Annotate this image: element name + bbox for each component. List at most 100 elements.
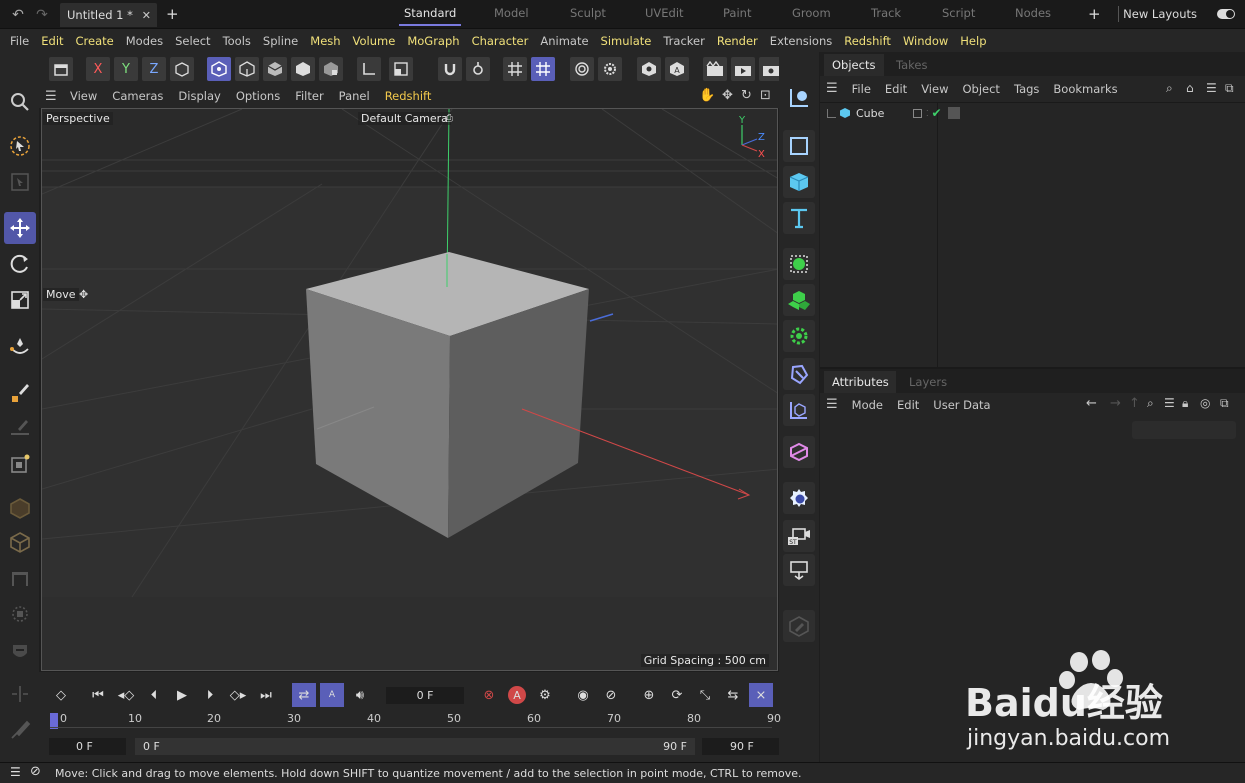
- keyframe-settings-icon[interactable]: ⚙︎: [533, 683, 557, 707]
- search-icon[interactable]: [4, 86, 36, 118]
- uv-mode-icon[interactable]: [4, 636, 36, 668]
- attributes-menu-edit[interactable]: Edit: [897, 398, 919, 412]
- menu-tools[interactable]: Tools: [223, 34, 251, 48]
- playback-rate-icon[interactable]: A: [320, 683, 344, 707]
- symmetry-icon[interactable]: [570, 57, 594, 81]
- go-to-start-icon[interactable]: ⏮︎: [86, 683, 110, 707]
- magnet-snap-icon[interactable]: [438, 57, 462, 81]
- layout-tab-nodes[interactable]: Nodes: [1015, 6, 1051, 20]
- viewport-menu-redshift[interactable]: Redshift: [385, 89, 432, 103]
- document-tab[interactable]: Untitled 1 * ✕: [60, 3, 157, 27]
- axis-z-lock-button[interactable]: Z: [142, 57, 166, 81]
- axis-x-lock-button[interactable]: X: [86, 57, 110, 81]
- up-arrow-icon[interactable]: ↑: [1129, 396, 1140, 411]
- menu-window[interactable]: Window: [903, 34, 948, 48]
- camera-object-icon[interactable]: ST: [783, 520, 815, 552]
- start-frame-field[interactable]: 0 F: [49, 738, 126, 755]
- rotation-key-icon[interactable]: ⟳: [665, 683, 689, 707]
- hamburger-menu-icon[interactable]: ☰: [826, 81, 838, 96]
- objects-menu-edit[interactable]: Edit: [885, 82, 907, 96]
- pan-view-icon[interactable]: ✋: [699, 88, 715, 103]
- objects-menu-object[interactable]: Object: [962, 82, 999, 96]
- workplane-snap-icon[interactable]: [531, 57, 555, 81]
- deformer-icon[interactable]: [783, 358, 815, 390]
- snap-settings-icon[interactable]: [466, 57, 490, 81]
- keyframe-diamond-icon[interactable]: ◇: [49, 683, 73, 707]
- generator-icon[interactable]: [783, 436, 815, 468]
- preview-range-slider[interactable]: 0 F 90 F: [135, 738, 695, 755]
- hamburger-menu-icon[interactable]: ☰: [826, 397, 838, 412]
- layout-tab-model[interactable]: Model: [494, 6, 529, 20]
- menu-file[interactable]: File: [10, 34, 29, 48]
- attributes-menu-mode[interactable]: Mode: [852, 398, 883, 412]
- maximize-view-icon[interactable]: ⊡: [760, 88, 771, 103]
- live-selection-icon[interactable]: [4, 130, 36, 162]
- uv-mode-button[interactable]: [319, 57, 343, 81]
- field-icon[interactable]: [783, 394, 815, 426]
- gear-icon[interactable]: [598, 57, 622, 81]
- menu-icon[interactable]: ☰: [10, 765, 21, 779]
- new-window-icon[interactable]: ⧉: [1220, 396, 1229, 411]
- viewport-camera-name[interactable]: Default Camera: [358, 112, 451, 125]
- paint-tool-icon[interactable]: [4, 714, 36, 746]
- tab-attributes[interactable]: Attributes: [832, 375, 889, 389]
- polygon-mode-icon[interactable]: [4, 598, 36, 630]
- hamburger-menu-icon[interactable]: ☰: [45, 89, 57, 104]
- filter-icon[interactable]: ☰: [1206, 81, 1217, 95]
- world-coordinates-icon[interactable]: [170, 57, 194, 81]
- 3d-viewport[interactable]: Y Z X Perspective Default Camera ⎙ Move …: [41, 108, 778, 671]
- mograph-cloner-icon[interactable]: [783, 284, 815, 316]
- render-picture-viewer-icon[interactable]: [731, 57, 755, 81]
- close-icon[interactable]: ✕: [142, 9, 151, 22]
- viewport-menu-display[interactable]: Display: [178, 89, 220, 103]
- render-view-icon[interactable]: [703, 57, 727, 81]
- menu-volume[interactable]: Volume: [353, 34, 396, 48]
- layout-tab-track[interactable]: Track: [871, 6, 901, 20]
- menu-mograph[interactable]: MoGraph: [407, 34, 459, 48]
- lock-icon[interactable]: 🔒︎: [1182, 396, 1188, 411]
- filter-icon[interactable]: ☰: [1164, 396, 1175, 410]
- add-layout-plus-icon[interactable]: +: [1088, 5, 1101, 23]
- list-item[interactable]: Cube ⁚ ✔: [827, 104, 1245, 122]
- autokey-icon[interactable]: A: [505, 683, 529, 707]
- scale-tool-icon[interactable]: [4, 284, 36, 316]
- view-cube-icon[interactable]: [637, 57, 661, 81]
- layer-icon[interactable]: [913, 108, 922, 118]
- menu-character[interactable]: Character: [472, 34, 529, 48]
- edge-mode-icon[interactable]: [4, 562, 36, 594]
- scale-key-icon[interactable]: ⤡: [693, 683, 717, 707]
- move-tool-icon[interactable]: [4, 212, 36, 244]
- sculpt-brush-icon[interactable]: [4, 412, 36, 444]
- text-spline-icon[interactable]: [783, 202, 815, 234]
- layout-tab-script[interactable]: Script: [942, 6, 975, 20]
- edges-mode-button[interactable]: [263, 57, 287, 81]
- viewport-menu-cameras[interactable]: Cameras: [112, 89, 163, 103]
- back-arrow-icon[interactable]: ←: [1086, 396, 1097, 411]
- play-icon[interactable]: ▶: [170, 683, 194, 707]
- previous-key-icon[interactable]: ◂◇: [114, 683, 138, 707]
- viewport-menu-panel[interactable]: Panel: [339, 89, 370, 103]
- phong-tag-icon[interactable]: [947, 107, 960, 119]
- polygons-mode-button[interactable]: [291, 57, 315, 81]
- rotate-view-icon[interactable]: ↻: [741, 88, 752, 103]
- menu-help[interactable]: Help: [960, 34, 986, 48]
- layout-tab-paint[interactable]: Paint: [723, 6, 751, 20]
- object-mode-icon[interactable]: [4, 526, 36, 558]
- model-mode-button[interactable]: [207, 57, 231, 81]
- previous-frame-icon[interactable]: ⏴︎: [142, 683, 166, 707]
- new-layouts-toggle[interactable]: [1217, 9, 1235, 19]
- point-level-animation-icon[interactable]: ⨯: [749, 683, 773, 707]
- new-window-icon[interactable]: ⧉: [1225, 81, 1234, 96]
- spline-pen-icon[interactable]: [4, 330, 36, 362]
- motion-clip-icon[interactable]: ⊘: [599, 683, 623, 707]
- loop-icon[interactable]: ⇄: [292, 683, 316, 707]
- menu-tracker[interactable]: Tracker: [663, 34, 705, 48]
- search-icon[interactable]: ⌕: [1166, 81, 1173, 96]
- edit-disabled-icon[interactable]: [783, 610, 815, 642]
- cube-primitive-icon[interactable]: [783, 166, 815, 198]
- coordinate-system-icon[interactable]: [49, 57, 73, 81]
- enabled-check-icon[interactable]: ✔: [932, 106, 942, 120]
- sound-icon[interactable]: 🔊︎: [348, 683, 372, 707]
- brush-tool-icon[interactable]: [4, 376, 36, 408]
- subdivision-icon[interactable]: [783, 248, 815, 280]
